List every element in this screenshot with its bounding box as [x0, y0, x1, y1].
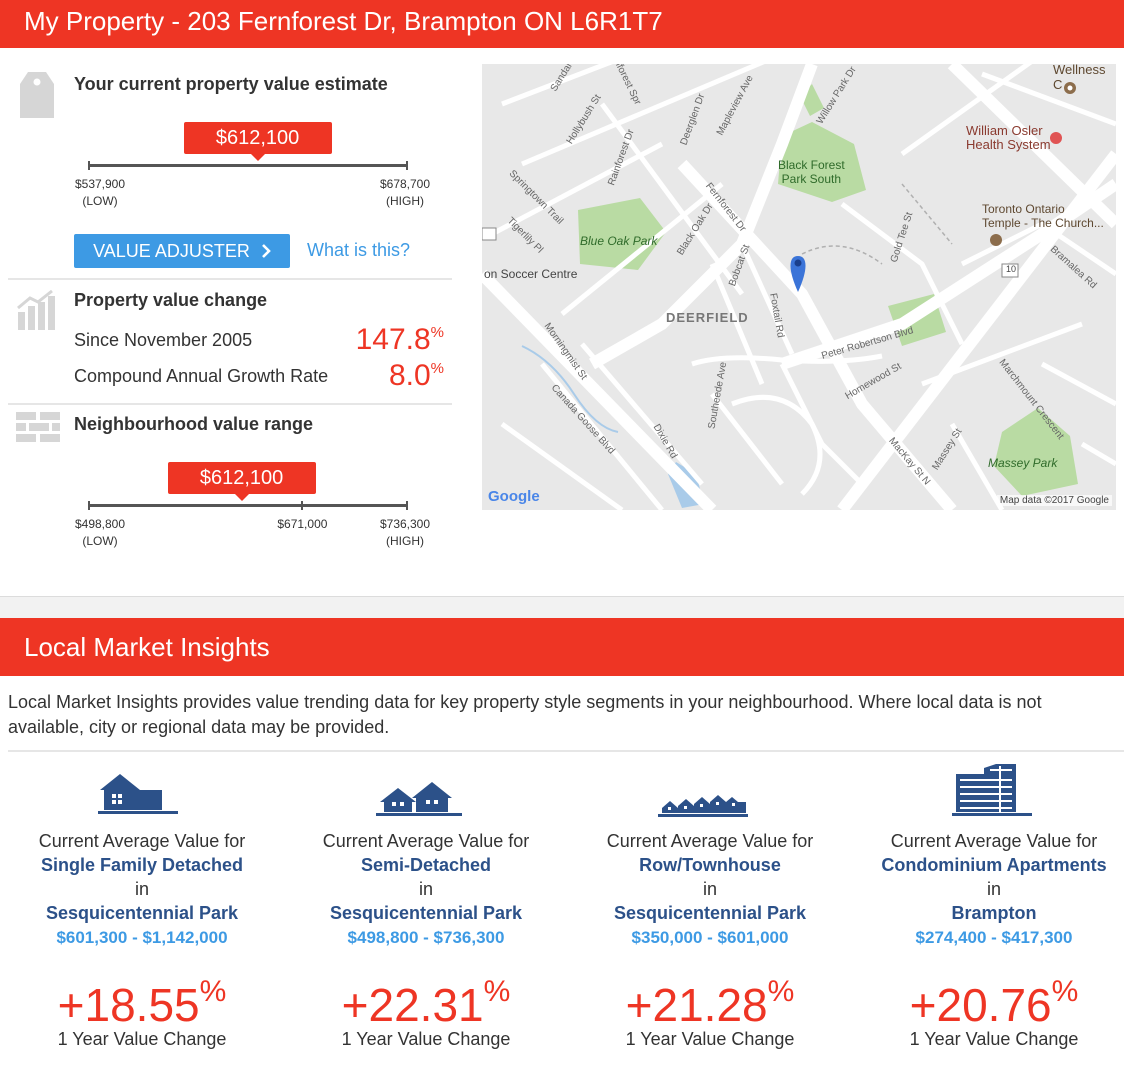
section-separator: [0, 596, 1124, 618]
neighbourhood-high: $736,300 (HIGH): [379, 517, 431, 548]
map-poi-blue-oak: Blue Oak Park: [580, 234, 658, 248]
divider: [8, 750, 1124, 752]
value-change-title: Property value change: [74, 290, 268, 310]
insight-card-semi: Current Average Value for Semi-Detached …: [284, 756, 568, 1076]
since-label: Since November 2005: [74, 330, 253, 350]
card-change-label: 1 Year Value Change: [625, 1029, 795, 1049]
google-logo: Google: [488, 488, 540, 505]
cagr-value: 8.0%: [388, 359, 444, 392]
insights-title: Local Market Insights: [24, 632, 270, 662]
page-header: My Property - 203 Fernforest Dr, Brampto…: [0, 0, 1124, 48]
card-area: Brampton: [951, 903, 1037, 923]
high-tick: [406, 161, 408, 170]
detached-house-icon: [0, 756, 284, 820]
estimate-title: Your current property value estimate: [74, 74, 388, 94]
growth-chart-icon: [16, 289, 56, 335]
card-change: +22.31%: [341, 975, 511, 1031]
card-area: Sesquicentennial Park: [613, 903, 807, 923]
semi-detached-icon: [284, 756, 568, 820]
card-type: Row/Townhouse: [639, 855, 781, 875]
neighbourhood-title: Neighbourhood value range: [74, 414, 314, 434]
since-value: 147.8%: [355, 323, 444, 356]
page-title: My Property - 203 Fernforest Dr, Brampto…: [24, 6, 663, 36]
card-change-label: 1 Year Value Change: [909, 1029, 1079, 1049]
card-change-label: 1 Year Value Change: [57, 1029, 227, 1049]
map-poi-black-forest: Black Forest Park South: [778, 158, 845, 186]
insight-card-condo: Current Average Value for Condominium Ap…: [852, 756, 1124, 1076]
card-prefix: Current Average Value for: [38, 831, 246, 851]
estimate-value-pin: $612,100: [183, 122, 332, 161]
card-in: in: [418, 879, 433, 899]
card-type: Semi-Detached: [360, 855, 492, 875]
map-poi-massey: Massey Park: [988, 456, 1058, 470]
insights-intro: Local Market Insights provides value tre…: [8, 692, 1042, 737]
value-adjuster-button[interactable]: VALUE ADJUSTER: [74, 234, 290, 268]
estimate-low: $537,900 (LOW): [74, 177, 126, 208]
card-change: +20.76%: [909, 975, 1079, 1031]
mid-tick: [301, 501, 304, 510]
card-in: in: [702, 879, 717, 899]
insight-card-detached: Current Average Value for Single Family …: [0, 756, 284, 1076]
bricks-icon: [16, 412, 60, 447]
estimate-track: [88, 164, 408, 167]
card-prefix: Current Average Value for: [606, 831, 814, 851]
map-poi-temple: Toronto Ontario Temple - The Church...: [982, 202, 1104, 230]
low-tick: [88, 161, 90, 170]
map-highway-shield: 10: [1006, 264, 1017, 274]
card-in: in: [134, 879, 149, 899]
high-tick: [406, 501, 408, 510]
card-area: Sesquicentennial Park: [45, 903, 239, 923]
neighbourhood-track: [88, 504, 408, 507]
insights-header: Local Market Insights: [0, 618, 1124, 676]
card-change-label: 1 Year Value Change: [341, 1029, 511, 1049]
insight-card-townhouse: Current Average Value for Row/Townhouse …: [568, 756, 852, 1076]
map-attribution[interactable]: Map data ©2017 Google: [996, 495, 1112, 506]
card-area: Sesquicentennial Park: [329, 903, 523, 923]
card-in: in: [986, 879, 1001, 899]
map-poi-wellness: Wellness C: [1053, 64, 1106, 92]
card-change: +21.28%: [625, 975, 795, 1031]
condo-building-icon: [852, 756, 1124, 820]
card-range: $274,400 - $417,300: [915, 928, 1073, 947]
neighbourhood-range-slider: $612,100 $498,800 (LOW) $671,000 $736,300…: [74, 462, 434, 552]
card-range: $350,000 - $601,000: [631, 928, 789, 947]
card-prefix: Current Average Value for: [322, 831, 530, 851]
map-poi-soccer: on Soccer Centre: [484, 267, 578, 281]
divider: [8, 278, 452, 280]
cagr-label: Compound Annual Growth Rate: [74, 366, 329, 386]
chevron-right-icon: [261, 234, 271, 268]
card-type: Single Family Detached: [40, 855, 244, 875]
card-prefix: Current Average Value for: [890, 831, 1098, 851]
map-area-label: DEERFIELD: [666, 310, 749, 325]
divider: [8, 403, 452, 405]
estimate-high: $678,700 (HIGH): [379, 177, 431, 208]
townhouse-icon: [568, 756, 852, 820]
map-poi-hospital: William Osler Health System: [966, 123, 1051, 152]
property-map[interactable]: Wellness C William Osler Health System Bl…: [482, 64, 1116, 510]
low-tick: [88, 501, 90, 510]
card-range: $601,300 - $1,142,000: [56, 928, 228, 947]
card-range: $498,800 - $736,300: [347, 928, 505, 947]
card-type: Condominium Apartments: [881, 855, 1107, 875]
estimate-range-slider: $612,100 $537,900 (LOW) $678,700 (HIGH): [74, 122, 434, 212]
neighbourhood-mid: $671,000: [277, 517, 328, 531]
price-tag-icon: [18, 70, 56, 125]
what-is-this-link[interactable]: What is this?: [307, 240, 410, 261]
neighbourhood-value-pin: $612,100: [167, 462, 316, 501]
card-change: +18.55%: [57, 975, 227, 1031]
neighbourhood-low: $498,800 (LOW): [74, 517, 126, 548]
